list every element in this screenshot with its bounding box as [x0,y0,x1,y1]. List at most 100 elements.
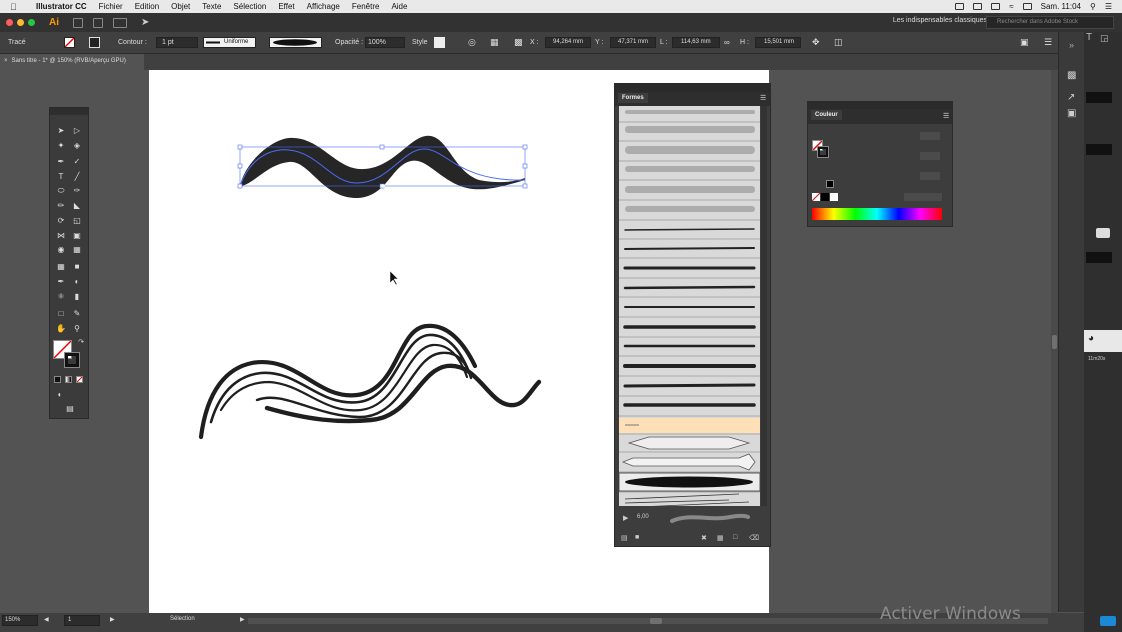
hex-field[interactable] [904,193,942,201]
type-tool-icon[interactable]: T [56,172,66,181]
gpu-performance-icon[interactable]: ➤ [141,17,149,28]
next-artboard-icon[interactable]: ▶ [110,616,115,623]
direct-selection-tool-icon[interactable]: ▷ [72,126,82,135]
export-icon[interactable]: ↗ [1067,92,1075,103]
brush-options-icon[interactable]: ▦ [717,534,724,542]
canvas-scroll-thumb[interactable] [1052,335,1057,349]
remove-brush-stroke-icon[interactable]: ✖ [701,534,707,542]
none-swatch[interactable] [812,193,820,201]
color-mode-icon[interactable] [54,376,61,383]
stroke-swatch[interactable] [89,37,100,48]
dock-edit-icon[interactable] [1096,228,1110,238]
window-minimize-button[interactable] [17,19,24,26]
stroke-color-swatch[interactable] [64,352,80,368]
close-icon[interactable]: × [4,58,8,64]
color-slider-2-field[interactable] [920,152,940,160]
color-panel-grip[interactable] [808,102,952,109]
apple-icon[interactable]:  [10,2,22,12]
pen-tool-icon[interactable]: ✒ [56,157,66,166]
eyedropper-tool-icon[interactable]: ✒ [56,277,66,286]
recolor-icon[interactable]: ◎ [468,37,476,48]
brushes-panel-menu-icon[interactable]: ☰ [760,94,766,102]
free-transform-tool-icon[interactable]: ▣ [72,231,82,240]
height-field[interactable]: 15,501 mm [755,37,801,48]
menu-texte[interactable]: Texte [202,2,221,11]
brush-preview-strips[interactable] [619,106,760,530]
zoom-field[interactable]: 150% [2,615,38,626]
stock-icon[interactable] [93,17,103,28]
bluetooth-icon[interactable] [991,3,1001,10]
isolate-icon[interactable]: ◫ [834,37,843,48]
arrange-documents-icon[interactable] [113,17,127,28]
brushes-panel-scrollbar[interactable] [761,106,767,530]
menu-effet[interactable]: Effet [278,2,294,11]
panel-options-icon[interactable]: ☰ [1044,37,1052,48]
opacity-field[interactable]: 100% [365,37,405,48]
stroke-weight-field[interactable]: 1 pt [156,37,198,48]
type-panel-icon[interactable]: T [1086,32,1092,43]
libraries-panel-icon[interactable]: ■ [635,534,639,541]
color-slider-3-field[interactable] [920,172,940,180]
document-tab[interactable]: × Sans titre - 1* @ 150% (RVB/Aperçu GPU) [0,54,144,70]
color-stroke-swatch[interactable] [817,146,829,158]
menu-app-name[interactable]: Illustrator CC [36,2,87,11]
draw-mode-icon[interactable]: ◐ [55,390,65,399]
arrange-panels-icon[interactable]: ▣ [1020,37,1029,48]
color-panel-menu-icon[interactable]: ☰ [943,112,949,120]
reference-point-icon[interactable]: ▩ [514,37,523,48]
opacity-label[interactable]: Opacité : [335,39,363,46]
creative-cloud-icon[interactable] [955,3,965,10]
asset-export-icon[interactable]: ▩ [1067,70,1076,81]
ellipse-tool-icon[interactable]: ⬭ [56,186,66,195]
wifi-icon[interactable]: ≈ [1009,2,1013,11]
screen-mode-icon[interactable]: ▤ [62,404,78,413]
paintbrush-tool-icon[interactable]: ✑ [72,186,82,195]
y-field[interactable]: 47,371 mm [610,37,656,48]
magic-wand-tool-icon[interactable]: ✦ [56,141,66,150]
menu-affichage[interactable]: Affichage [307,2,340,11]
collapse-dock-icon[interactable]: » [1069,40,1074,50]
swap-fill-stroke-icon[interactable]: ↷ [76,338,86,347]
workspace-switcher[interactable]: Les indispensables classiques [893,17,987,24]
symbol-sprayer-tool-icon[interactable]: ⚛ [56,292,66,301]
none-mode-icon[interactable] [76,376,83,383]
glyph-panel-icon[interactable]: ◲ [1100,33,1109,44]
eraser-tool-icon[interactable]: ◣ [72,201,82,210]
brushes-panel-grip[interactable] [615,84,770,92]
color-slider-1-field[interactable] [920,132,940,140]
slice-tool-icon[interactable]: ✎ [72,309,82,318]
variable-width-profile-select[interactable]: Uniforme [203,37,256,48]
color-spectrum-bar[interactable] [812,208,942,220]
stock-search-input[interactable]: Rechercher dans Adobe Stock [986,16,1114,29]
hand-tool-icon[interactable]: ✋ [56,324,66,333]
constrain-proportions-icon[interactable]: ∞ [724,38,730,47]
scale-tool-icon[interactable]: ◱ [72,216,82,225]
menu-objet[interactable]: Objet [171,2,190,11]
delete-brush-icon[interactable]: ⌫ [749,534,759,542]
mesh-tool-icon[interactable]: ▦ [56,262,66,271]
artboard-tool-icon[interactable]: □ [56,309,66,318]
line-segment-tool-icon[interactable]: ╱ [72,172,82,181]
new-brush-icon[interactable]: □ [733,534,737,541]
battery-icon[interactable] [1022,3,1032,10]
column-graph-tool-icon[interactable]: ▮ [72,292,82,301]
brush-libraries-menu-icon[interactable]: ▤ [621,534,628,542]
contour-label[interactable]: Contour : [118,39,147,46]
black-quick-swatch[interactable] [821,193,829,201]
menu-fichier[interactable]: Fichier [99,2,123,11]
menubar-clock[interactable]: Sam. 11:04 [1041,2,1081,11]
lasso-tool-icon[interactable]: ◈ [72,141,82,150]
artboard-navigation-field[interactable]: 1 [64,615,100,626]
width-field[interactable]: 114,63 mm [672,37,720,48]
selection-tool-icon[interactable]: ➤ [56,126,66,135]
perspective-grid-tool-icon[interactable]: ▦ [72,245,82,254]
gradient-tool-icon[interactable]: ■ [72,262,82,271]
brushes-panel-tab[interactable]: Formes [618,93,648,103]
canvas-horizontal-scroll-thumb[interactable] [650,618,662,624]
menu-fenetre[interactable]: Fenêtre [352,2,380,11]
brush-definition-select[interactable] [269,37,322,48]
dock-swatch-3[interactable] [1086,252,1112,263]
color-panel-tab[interactable]: Couleur [811,110,842,120]
align-icon[interactable]: ▦ [490,37,499,48]
spotlight-search-icon[interactable]: ⚲ [1090,2,1096,11]
